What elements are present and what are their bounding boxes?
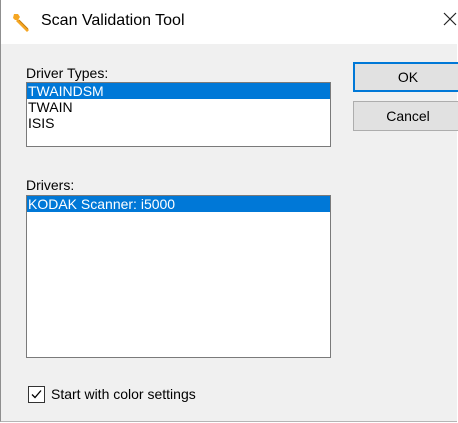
checkmark-icon (31, 390, 42, 399)
driver-types-label: Driver Types: (26, 65, 109, 81)
list-item-kodak-i5000[interactable]: KODAK Scanner: i5000 (27, 196, 330, 212)
ok-button-label: OK (397, 69, 419, 85)
drivers-listbox[interactable]: KODAK Scanner: i5000 (26, 195, 331, 358)
title-bar[interactable]: Scan Validation Tool (1, 0, 457, 44)
window-title: Scan Validation Tool (41, 12, 185, 29)
drivers-label: Drivers: (26, 177, 75, 193)
ok-button[interactable]: OK (353, 62, 458, 92)
close-icon (443, 12, 457, 26)
dialog-window: Scan Validation Tool Driver Types: TWAIN… (0, 0, 458, 422)
list-item-twain[interactable]: TWAIN (27, 99, 330, 115)
close-button[interactable] (441, 6, 457, 32)
list-item-isis[interactable]: ISIS (27, 115, 330, 131)
wrench-icon (13, 14, 29, 32)
cancel-button[interactable]: Cancel (353, 101, 458, 131)
driver-types-listbox[interactable]: TWAINDSM TWAIN ISIS (26, 82, 331, 147)
list-item-twaindsm[interactable]: TWAINDSM (27, 83, 330, 99)
cancel-button-label: Cancel (386, 108, 430, 124)
color-settings-checkbox[interactable] (28, 386, 45, 403)
color-settings-label[interactable]: Start with color settings (51, 386, 196, 402)
